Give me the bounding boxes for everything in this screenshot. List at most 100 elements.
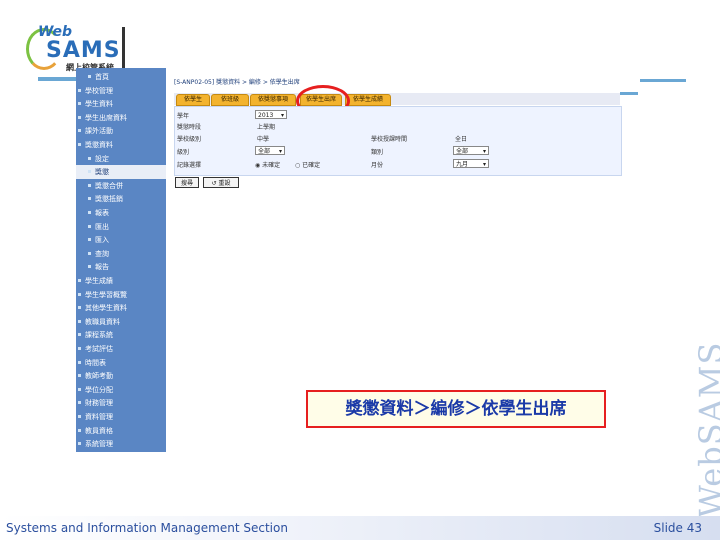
sidebar-item[interactable]: 報表 (76, 206, 166, 220)
bullet-icon (78, 102, 81, 106)
sidebar-item[interactable]: 學生成績 (76, 274, 166, 288)
bullet-icon (88, 211, 91, 214)
sidebar-item-label: 學生學習概覽 (85, 290, 127, 299)
bullet-icon (78, 347, 81, 350)
sidebar-item-label: 學生資料 (85, 100, 113, 109)
sidebar-item-label: 設定 (95, 154, 109, 163)
period-label: 獎懲時段 (177, 124, 202, 131)
session-label: 學校授課時間 (371, 136, 408, 143)
sidebar-item[interactable]: 學生資料 (76, 97, 166, 111)
sidebar-item[interactable]: 獎懲 (76, 165, 166, 180)
sidebar-item[interactable]: 匯出 (76, 220, 166, 234)
bullet-icon (78, 415, 81, 418)
footer-section-name: Systems and Information Management Secti… (6, 521, 288, 535)
sidebar-item-label: 學生出席資料 (85, 113, 127, 122)
slide-caption: 獎懲資料＞編修＞依學生出席 (306, 390, 606, 428)
period-value: 上學期 (257, 124, 276, 131)
logo-divider (122, 27, 125, 69)
sidebar-item[interactable]: 教員資格 (76, 424, 166, 438)
sidebar-item[interactable]: 學校管理 (76, 84, 166, 98)
tab-by-class[interactable]: 依班級 (211, 94, 249, 106)
bullet-icon (88, 224, 91, 228)
sidebar-item[interactable]: 系統管理 (76, 437, 166, 451)
radio-unconfirmed[interactable]: ◉ 未確定 (255, 160, 280, 169)
sidebar-item[interactable]: 設定 (76, 152, 166, 166)
sidebar-item[interactable]: 時間表 (76, 356, 166, 370)
sidebar-item-label: 教員資格 (85, 426, 113, 435)
month-label: 月份 (371, 162, 384, 169)
level-label: 學校級別 (177, 136, 202, 143)
bullet-icon (78, 143, 81, 146)
sidebar-item[interactable]: 考試評估 (76, 342, 166, 356)
decor-line (640, 79, 686, 82)
logo-sams-text: SAMS (46, 38, 121, 63)
reset-button[interactable]: ↺ 重設 (203, 177, 239, 188)
bullet-icon (78, 428, 81, 432)
sidebar-item[interactable]: 資料管理 (76, 410, 166, 424)
bullet-icon (88, 183, 91, 187)
sidebar-item[interactable]: 首頁 (76, 70, 166, 84)
bullet-icon (78, 292, 81, 296)
class-select[interactable]: 全部 (255, 146, 285, 156)
bullet-icon (78, 387, 81, 391)
bullet-icon (88, 75, 91, 78)
sidebar-item[interactable]: 教師考勤 (76, 369, 166, 383)
sidebar-item-label: 系統管理 (85, 440, 113, 449)
sidebar-item[interactable]: 教職員資料 (76, 315, 166, 329)
bullet-icon (78, 333, 81, 337)
watermark: WebSAMS (692, 341, 720, 518)
bullet-icon (88, 197, 91, 201)
sidebar-item[interactable]: 課程系統 (76, 328, 166, 342)
level-value: 中學 (257, 136, 270, 143)
sidebar-item-label: 首頁 (95, 73, 109, 81)
radio-confirmed[interactable]: ○ 已確定 (295, 160, 320, 169)
radio-unconfirmed-label: 未確定 (262, 162, 281, 169)
reset-icon: ↺ (211, 180, 217, 187)
search-button[interactable]: 搜尋 (175, 177, 199, 188)
sidebar-item[interactable]: 財務管理 (76, 396, 166, 410)
sidebar-item-label: 報表 (95, 209, 109, 217)
filter-form: 學年 2013 獎懲時段 上學期 學校級別 中學 學校授課時間 全日 級別 全部… (174, 106, 622, 176)
month-select[interactable]: 九月 (453, 159, 489, 169)
sidebar-item-label: 其他學生資料 (85, 304, 127, 313)
sidebar-item-label: 獎懲 (95, 168, 109, 177)
sidebar-item-label: 學校管理 (85, 86, 113, 95)
tab-by-student[interactable]: 依學生 (176, 94, 210, 106)
sidebar-item-label: 課程系統 (85, 331, 113, 340)
sidebar-item[interactable]: 學生學習概覽 (76, 288, 166, 302)
bullet-icon (78, 129, 81, 133)
sidebar-item[interactable]: 其他學生資料 (76, 301, 166, 315)
sidebar-item[interactable]: 獎懲資料 (76, 138, 166, 152)
bullet-icon (78, 319, 81, 323)
bullet-icon (88, 156, 91, 160)
sidebar-item-label: 時間表 (85, 358, 106, 367)
bullet-icon (88, 265, 91, 269)
category-select[interactable]: 全部 (453, 146, 489, 156)
bullet-icon (78, 442, 81, 446)
bullet-icon (78, 374, 81, 378)
sidebar-item[interactable]: 學位分配 (76, 383, 166, 397)
sidebar-item-label: 匯出 (95, 222, 109, 231)
year-label: 學年 (177, 113, 190, 120)
sidebar-item[interactable]: 匯入 (76, 233, 166, 247)
sidebar-item[interactable]: 報告 (76, 260, 166, 274)
category-label: 類別 (371, 149, 384, 156)
tab-by-item[interactable]: 依獎懲事項 (250, 94, 296, 106)
sidebar-item[interactable]: 獎懲抵銷 (76, 192, 166, 206)
bullet-icon (88, 251, 91, 255)
sidebar-item-label: 財務管理 (85, 399, 113, 408)
tab-by-results[interactable]: 依學生成績 (345, 94, 391, 106)
sidebar-item-label: 獎懲資料 (85, 141, 113, 149)
sidebar-item[interactable]: 學生出席資料 (76, 111, 166, 125)
bullet-icon (88, 170, 91, 174)
sidebar-item-label: 報告 (95, 263, 109, 272)
websams-logo: Web SAMS 網上校管系統 (22, 22, 130, 72)
sidebar-item[interactable]: 獎懲合併 (76, 179, 166, 193)
sidebar-item[interactable]: 查詢 (76, 247, 166, 261)
slide-number: Slide 43 (653, 521, 702, 535)
sidebar-item-label: 課外活動 (85, 127, 113, 136)
year-select[interactable]: 2013 (255, 110, 287, 120)
sidebar-item[interactable]: 課外活動 (76, 124, 166, 138)
bullet-icon (78, 88, 81, 92)
bullet-icon (78, 306, 81, 310)
